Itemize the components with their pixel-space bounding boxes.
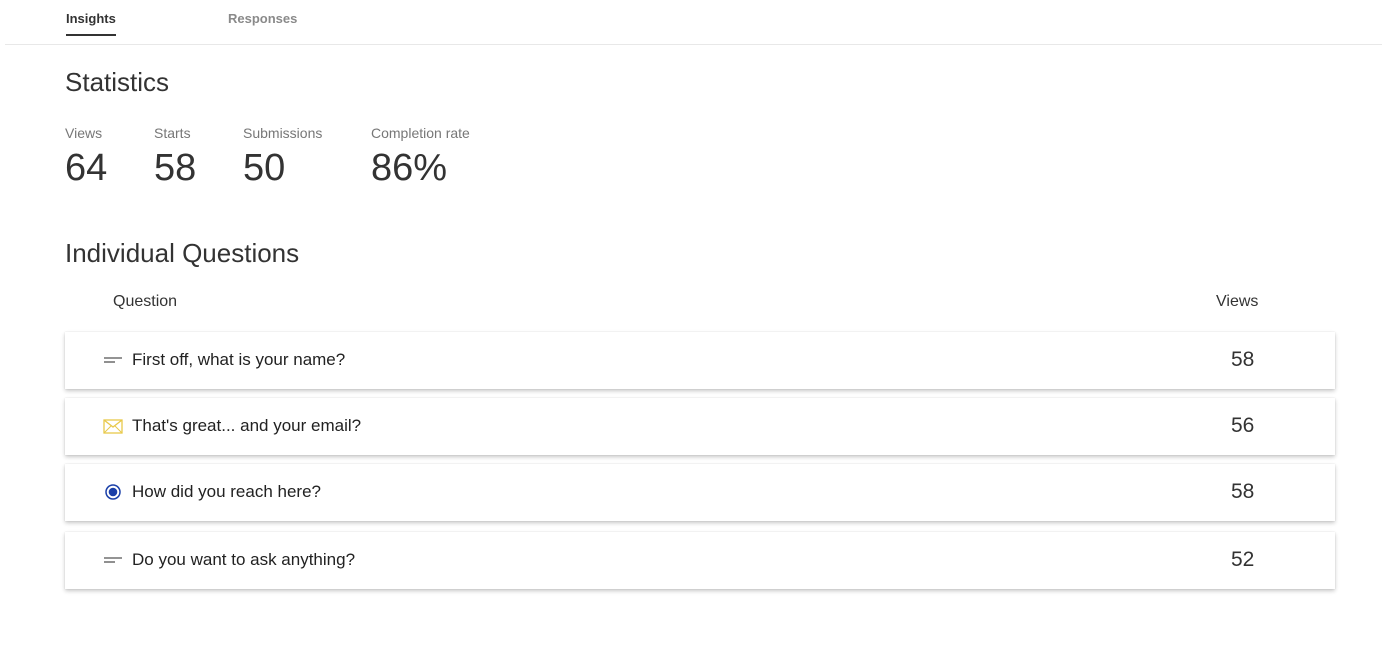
- stat-completion-rate-value: 86%: [371, 147, 448, 189]
- short-text-icon: [103, 351, 123, 369]
- individual-questions-title: Individual Questions: [65, 238, 300, 268]
- stat-starts-value: 58: [154, 147, 197, 189]
- stat-submissions: Submissions 50: [243, 125, 322, 187]
- stat-views: Views 64: [65, 125, 107, 187]
- question-text: That's great... and your email?: [132, 416, 362, 435]
- question-views: 56: [1231, 414, 1255, 437]
- tab-bar: Insights Responses: [5, 0, 1382, 45]
- question-row[interactable]: Do you want to ask anything? 52: [65, 532, 1335, 589]
- envelope-icon: [103, 417, 123, 435]
- stat-views-label: Views: [65, 125, 103, 141]
- stat-submissions-label: Submissions: [243, 125, 323, 141]
- stat-completion-rate-label: Completion rate: [371, 125, 470, 141]
- question-views: 52: [1231, 548, 1255, 571]
- question-views: 58: [1231, 480, 1255, 503]
- question-text: First off, what is your name?: [132, 350, 346, 369]
- short-text-icon: [103, 551, 123, 569]
- column-header-question: Question: [113, 293, 178, 310]
- statistics-title: Statistics: [65, 67, 170, 97]
- question-row[interactable]: That's great... and your email? 56: [65, 398, 1335, 455]
- tab-insights[interactable]: Insights: [66, 11, 116, 36]
- question-text: How did you reach here?: [132, 482, 322, 501]
- stat-submissions-value: 50: [243, 147, 286, 189]
- question-text: Do you want to ask anything?: [132, 550, 356, 569]
- stat-starts: Starts 58: [154, 125, 196, 187]
- question-row[interactable]: First off, what is your name? 58: [65, 332, 1335, 389]
- stat-starts-label: Starts: [154, 125, 191, 141]
- question-row[interactable]: How did you reach here? 58: [65, 464, 1335, 521]
- question-views: 58: [1231, 348, 1255, 371]
- column-header-views: Views: [1216, 293, 1259, 310]
- radio-button-icon: [103, 483, 123, 501]
- tab-responses[interactable]: Responses: [228, 11, 297, 34]
- stat-completion-rate: Completion rate 86%: [371, 125, 470, 187]
- stat-views-value: 64: [65, 147, 108, 189]
